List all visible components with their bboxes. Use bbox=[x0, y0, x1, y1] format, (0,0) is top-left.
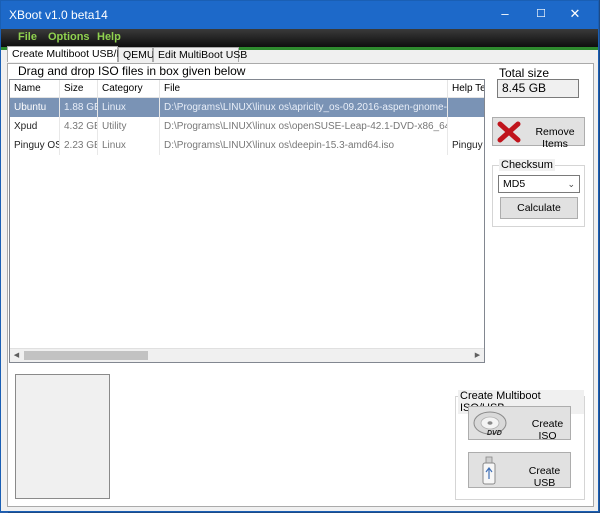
remove-items-label: Remove Items bbox=[535, 126, 575, 150]
menu-options[interactable]: Options bbox=[48, 31, 90, 43]
row-file: D:\Programs\LINUX\linux os\deepin-15.3-a… bbox=[160, 136, 448, 155]
minimize-button[interactable]: – bbox=[495, 5, 515, 23]
chevron-down-icon: ⌄ bbox=[567, 179, 575, 189]
list-row[interactable]: Xpud 4.32 GB Utility D:\Programs\LINUX\l… bbox=[10, 117, 484, 136]
menu-file[interactable]: File bbox=[18, 31, 37, 43]
close-button[interactable]: ✕ bbox=[565, 5, 585, 23]
instructions-label: Drag and drop ISO files in box given bel… bbox=[18, 64, 246, 78]
create-usb-label: Create USB bbox=[528, 465, 561, 489]
column-size[interactable]: Size bbox=[60, 80, 98, 97]
column-help-text[interactable]: Help Tex bbox=[448, 80, 484, 97]
row-name: Xpud bbox=[10, 117, 60, 136]
scroll-thumb[interactable] bbox=[24, 351, 148, 360]
scroll-left-icon[interactable]: ◀ bbox=[10, 349, 23, 362]
checksum-select[interactable]: MD5 ⌄ bbox=[498, 175, 580, 193]
row-help bbox=[448, 98, 484, 117]
row-category: Linux bbox=[98, 136, 160, 155]
preview-image-box bbox=[15, 374, 110, 499]
list-header: Name Size Category File Help Tex bbox=[10, 80, 484, 98]
row-name: Ubuntu bbox=[10, 98, 60, 117]
tab-qemu[interactable]: QEMU bbox=[118, 47, 155, 62]
row-size: 4.32 GB bbox=[60, 117, 98, 136]
total-size-label: Total size bbox=[499, 66, 550, 80]
create-iso-label: Create ISO bbox=[531, 418, 564, 442]
checksum-value: MD5 bbox=[503, 178, 526, 190]
create-iso-button[interactable]: DVD Create ISO bbox=[468, 406, 571, 442]
row-file: D:\Programs\LINUX\linux os\openSUSE-Leap… bbox=[160, 117, 448, 136]
checksum-group: Checksum MD5 ⌄ Calculate bbox=[492, 159, 585, 227]
list-row[interactable]: Pinguy OS 2.23 GB Linux D:\Programs\LINU… bbox=[10, 136, 484, 155]
maximize-button[interactable]: ☐ bbox=[531, 5, 551, 23]
total-size-group: Total size 8.45 GB bbox=[493, 66, 585, 105]
menu-help[interactable]: Help bbox=[97, 31, 121, 43]
total-size-field: 8.45 GB bbox=[497, 79, 579, 98]
remove-items-button[interactable]: Remove Items bbox=[492, 117, 585, 150]
tab-create-multiboot[interactable]: Create Multiboot USB/ISO bbox=[7, 46, 135, 62]
usb-drive-icon bbox=[482, 456, 496, 485]
row-help: Pinguy OS bbox=[448, 136, 484, 155]
red-x-icon bbox=[497, 121, 521, 143]
row-name: Pinguy OS bbox=[10, 136, 60, 155]
row-category: Utility bbox=[98, 117, 160, 136]
calculate-button[interactable]: Calculate bbox=[500, 197, 578, 219]
window-title: XBoot v1.0 beta14 bbox=[9, 8, 108, 22]
create-multiboot-group: Create Multiboot ISO/USB DVD Create ISO … bbox=[455, 390, 585, 500]
column-name[interactable]: Name bbox=[10, 80, 60, 97]
tab-edit-multiboot[interactable]: Edit MultiBoot USB bbox=[153, 47, 247, 62]
checksum-label: Checksum bbox=[499, 159, 555, 171]
list-row[interactable]: Ubuntu 1.88 GB Linux D:\Programs\LINUX\l… bbox=[10, 98, 484, 117]
title-bar: XBoot v1.0 beta14 – ☐ ✕ bbox=[1, 1, 598, 29]
row-help bbox=[448, 117, 484, 136]
row-category: Linux bbox=[98, 98, 160, 117]
app-window: XBoot v1.0 beta14 – ☐ ✕ File Options Hel… bbox=[0, 0, 599, 512]
scroll-right-icon[interactable]: ▶ bbox=[471, 349, 484, 362]
iso-list[interactable]: Name Size Category File Help Tex Ubuntu … bbox=[9, 79, 485, 363]
row-file: D:\Programs\LINUX\linux os\apricity_os-0… bbox=[160, 98, 448, 117]
row-size: 2.23 GB bbox=[60, 136, 98, 155]
dvd-logo-text: DVD bbox=[487, 430, 502, 437]
horizontal-scrollbar[interactable]: ◀ ▶ bbox=[10, 348, 484, 362]
column-file[interactable]: File bbox=[160, 80, 448, 97]
row-size: 1.88 GB bbox=[60, 98, 98, 117]
dvd-icon: DVD bbox=[473, 411, 507, 437]
column-category[interactable]: Category bbox=[98, 80, 160, 97]
create-usb-button[interactable]: Create USB bbox=[468, 452, 571, 489]
